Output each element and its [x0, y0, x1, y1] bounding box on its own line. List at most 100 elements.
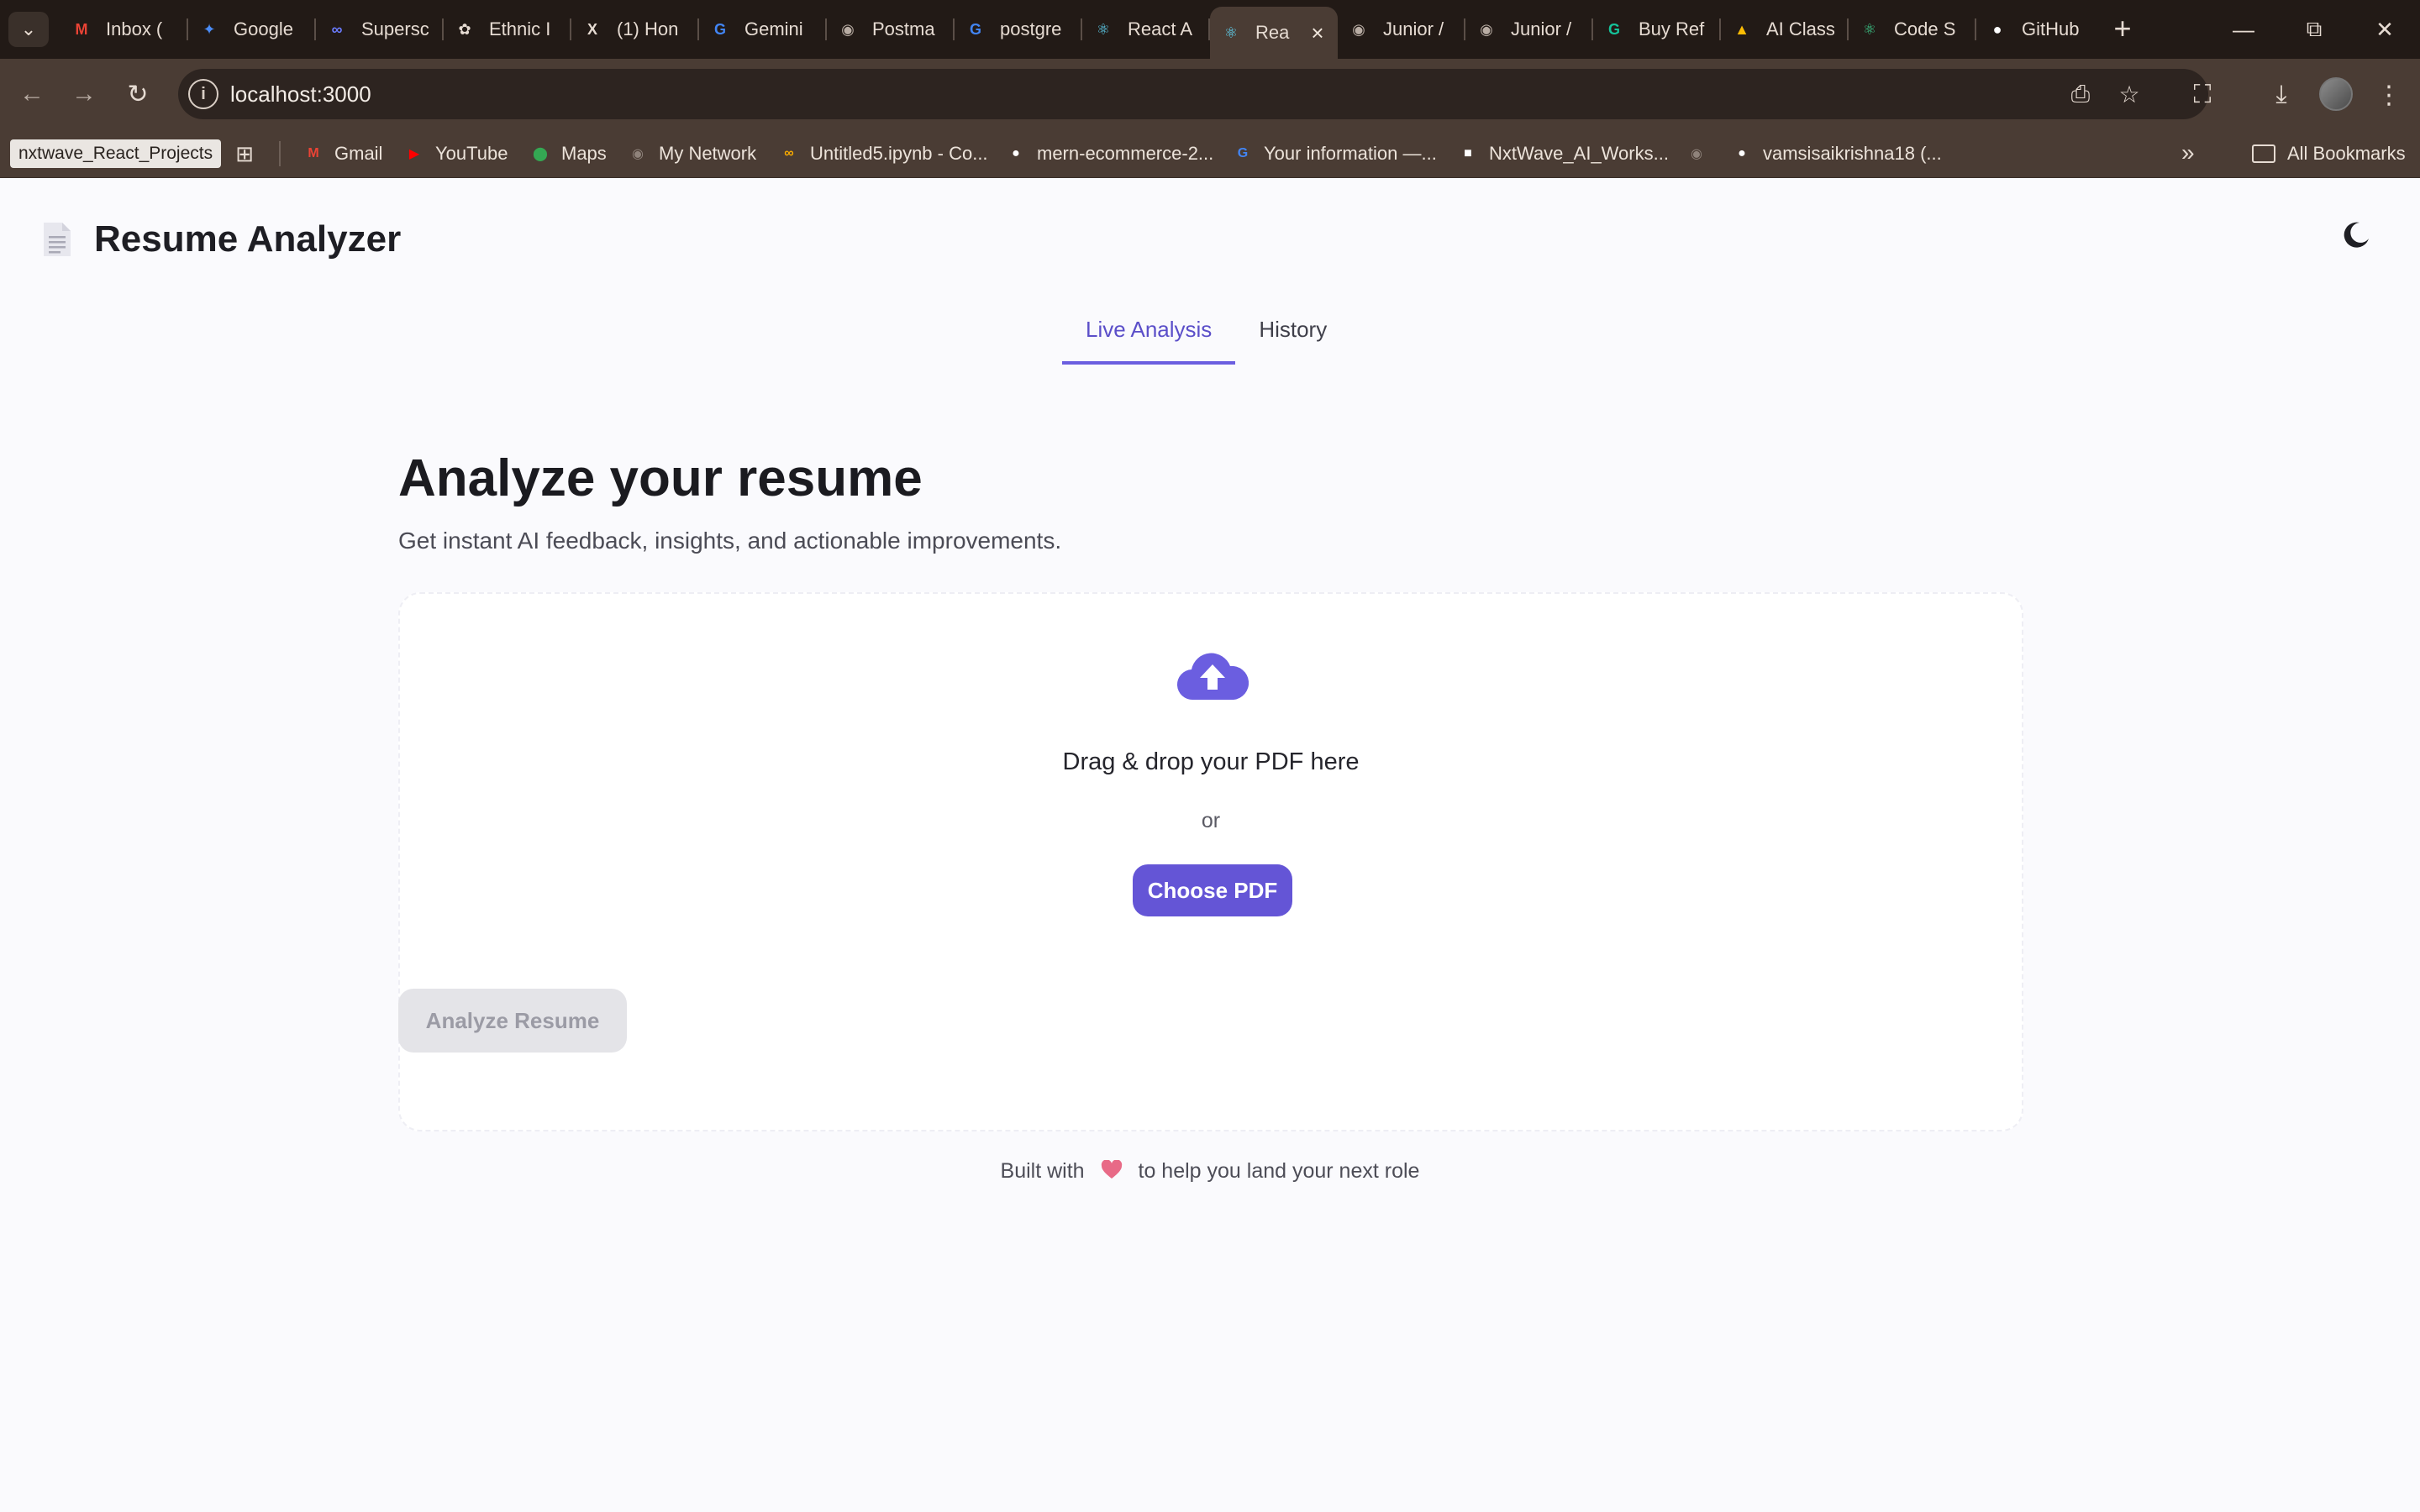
browser-tab[interactable]: ● GitHub [1976, 0, 2104, 59]
browser-tab[interactable]: M Inbox ( [60, 0, 188, 59]
minimize-icon[interactable]: — [2208, 0, 2279, 59]
downloads-icon[interactable]: ⤓ [2262, 76, 2301, 114]
github-icon: ● [1012, 146, 1020, 160]
page-heading: Analyze your resume [398, 449, 923, 507]
bookmark-label: YouTube [435, 143, 508, 164]
close-tab-icon[interactable]: × [1306, 20, 1329, 46]
browser-tab[interactable]: Gpostgre [955, 0, 1082, 59]
bookmark-item[interactable]: ● vamsisaikrishna18 (... [1731, 138, 1942, 170]
bookmark-item[interactable]: ▶ YouTube [403, 138, 508, 170]
superset-icon: ∞ [331, 20, 343, 38]
browser-tab[interactable]: ✿ Ethnic I [444, 0, 571, 59]
choose-pdf-button[interactable]: Choose PDF [1133, 864, 1292, 916]
restore-icon[interactable]: ⧉ [2279, 0, 2349, 59]
browser-tab[interactable]: ◉ Postma [827, 0, 955, 59]
footer-suffix: to help you land your next role [1138, 1159, 1420, 1183]
install-app-icon[interactable]: ⎙ [2064, 79, 2097, 109]
forward-arrow-icon[interactable]: → [66, 76, 103, 113]
more-bookmarks-chevron-icon[interactable]: » [2181, 139, 2195, 166]
browser-tabstrip: ⌄ M Inbox (✦ Google ∞ Supersc ✿ Ethnic I X (1) H… [0, 0, 2420, 59]
all-bookmarks-button[interactable]: All Bookmarks [2252, 138, 2406, 170]
browser-tab-label: Rea [1255, 22, 1290, 43]
colab-icon: ∞ [784, 146, 794, 160]
bookmark-item[interactable]: ⬤ Maps [529, 138, 607, 170]
address-bar[interactable]: i localhost:3000 ⎙ ☆ [178, 69, 2208, 119]
browser-tab-label: Google [234, 18, 293, 39]
browser-tab[interactable]: ⚛ React A [1082, 0, 1210, 59]
cloud-upload-icon [1176, 653, 1249, 701]
browser-tab[interactable]: ◉ Junior / [1338, 0, 1465, 59]
react-icon: ⚛ [1862, 20, 1877, 38]
browser-tab[interactable]: ⚛ Rea × [1210, 7, 1338, 59]
bookmarks-divider [279, 141, 281, 166]
moon-icon [2344, 222, 2369, 248]
site-info-icon[interactable]: i [188, 79, 218, 109]
kebab-menu-icon[interactable]: ⋮ [2370, 76, 2408, 114]
browser-tab-label: Code S [1894, 18, 1956, 39]
bookmark-folder-chip[interactable]: nxtwave_React_Projects [10, 139, 222, 168]
bookmark-star-icon[interactable]: ☆ [2112, 79, 2146, 109]
dark-mode-toggle[interactable] [2336, 215, 2376, 255]
browser-tab[interactable]: G Buy Ref [1593, 0, 1721, 59]
tab-history[interactable]: History [1235, 292, 1350, 365]
browser-tab-label: Buy Ref [1639, 18, 1705, 39]
bookmark-label: Gmail [334, 143, 383, 164]
bookmark-label: mern-ecommerce-2... [1037, 143, 1214, 164]
google-icon: G [969, 20, 981, 38]
globe-icon: ◉ [841, 20, 855, 38]
analyze-resume-button[interactable]: Analyze Resume [398, 989, 627, 1053]
browser-tab-label: Postma [872, 18, 935, 39]
main-tabs: Live Analysis History [1062, 292, 1350, 365]
drive-icon: ▲ [1734, 20, 1749, 38]
globe-icon: ◉ [1352, 20, 1365, 38]
tab-live-analysis[interactable]: Live Analysis [1062, 292, 1236, 365]
browser-tab-label: Supersc [361, 18, 429, 39]
reload-icon[interactable]: ↻ [119, 76, 156, 113]
browser-tab[interactable]: ⚛ Code S [1849, 0, 1976, 59]
document-icon [44, 223, 71, 256]
openai-icon: ✿ [458, 20, 471, 38]
profile-avatar[interactable] [2319, 77, 2353, 111]
browser-tab-label: React A [1128, 18, 1193, 39]
bookmark-item[interactable]: ● mern-ecommerce-2... [1005, 138, 1213, 170]
bookmark-label: Untitled5.ipynb - Co... [810, 143, 988, 164]
close-window-icon[interactable]: ✕ [2349, 0, 2420, 59]
bookmark-label: Maps [561, 143, 607, 164]
extensions-puzzle-icon[interactable]: ⛶ [2183, 76, 2222, 114]
browser-tab[interactable]: G Gemini [699, 0, 827, 59]
gmail-icon: M [75, 20, 88, 38]
browser-tab[interactable]: X (1) Hon [571, 0, 699, 59]
tab-search-chevron-icon[interactable]: ⌄ [8, 12, 49, 47]
apps-grid-icon[interactable]: ⊞ [232, 141, 257, 166]
bookmark-item[interactable]: G Your information —... [1232, 138, 1437, 170]
browser-tab[interactable]: ◉ Junior / [1465, 0, 1593, 59]
bookmark-item[interactable]: ■ NxtWave_AI_Works... [1457, 138, 1669, 170]
pdf-dropzone[interactable]: Drag & drop your PDF here or Choose PDF [398, 592, 2023, 1131]
back-arrow-icon[interactable]: ← [13, 76, 50, 113]
all-bookmarks-label: All Bookmarks [2287, 143, 2406, 164]
or-separator: or [1201, 809, 1221, 832]
heart-icon [1101, 1160, 1122, 1179]
bookmark-item[interactable]: M Gmail [302, 138, 382, 170]
bookmark-item[interactable]: ◉ My Network [627, 138, 756, 170]
nxtwave-icon: ■ [1464, 146, 1472, 160]
bookmark-item[interactable]: ◉ [1686, 138, 1718, 170]
address-url[interactable]: localhost:3000 [230, 81, 371, 108]
app-page: Resume Analyzer Live Analysis History An… [0, 178, 2420, 1512]
browser-tab-label: Junior / [1511, 18, 1572, 39]
bookmark-item[interactable]: ∞ Untitled5.ipynb - Co... [778, 138, 988, 170]
browser-tab[interactable]: ∞ Supersc [316, 0, 444, 59]
bookmark-label: My Network [659, 143, 757, 164]
browser-tab-label: Ethnic I [489, 18, 551, 39]
folder-icon [2252, 144, 2275, 163]
new-tab-plus-icon[interactable]: + [2104, 12, 2141, 49]
bookmark-label: vamsisaikrishna18 (... [1763, 143, 1942, 164]
browser-tab[interactable]: ✦ Google [188, 0, 316, 59]
bookmarks-bar: nxtwave_React_Projects ⊞ M Gmail ▶ YouTube ⬤… [0, 129, 2420, 178]
youtube-icon: ▶ [408, 147, 420, 161]
globe-icon: ◉ [1480, 20, 1493, 38]
browser-tab[interactable]: ▲ AI Class [1721, 0, 1849, 59]
globe-icon: ◉ [1691, 147, 1702, 161]
github-icon: ● [1992, 20, 2002, 38]
browser-tab-label: Gemini [744, 18, 803, 39]
